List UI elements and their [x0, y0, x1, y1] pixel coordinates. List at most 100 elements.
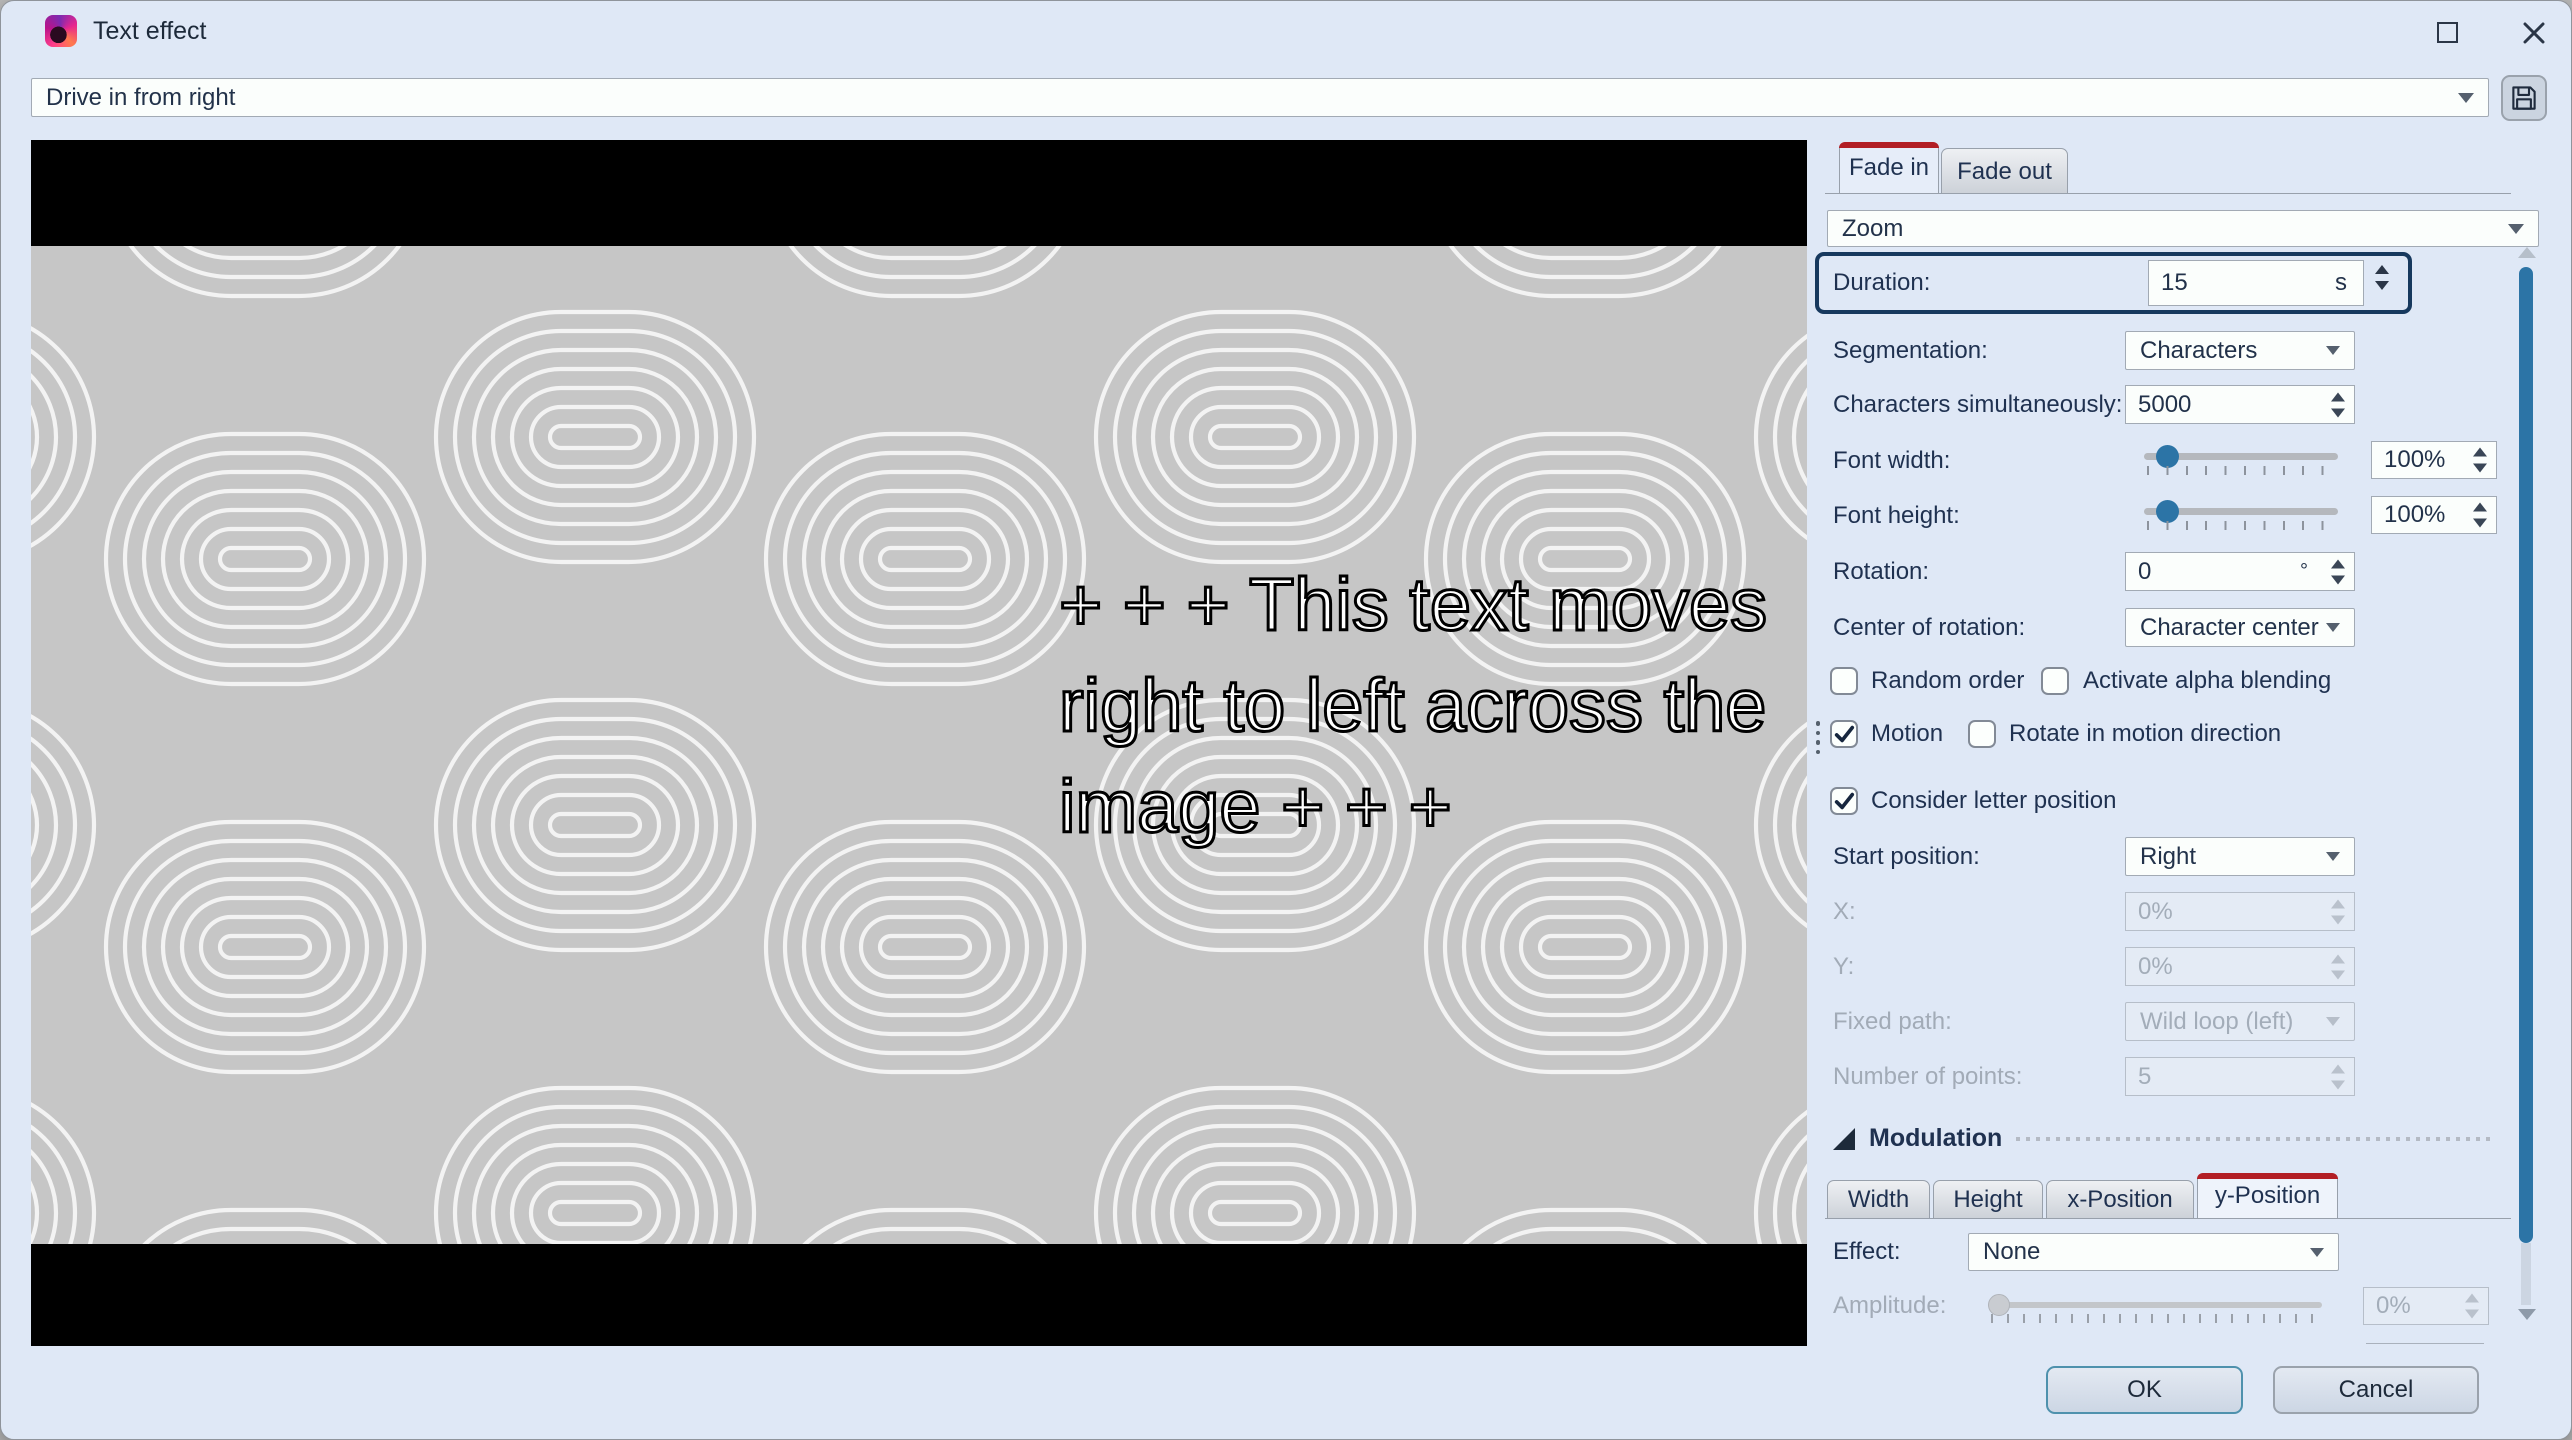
- cancel-button-label: Cancel: [2338, 1376, 2414, 1403]
- font-width-slider-thumb[interactable]: [2156, 445, 2179, 468]
- tab-y-position-label: y-Position: [2214, 1182, 2321, 1209]
- titlebar[interactable]: Text effect: [1, 1, 2571, 61]
- num-points-input: 5: [2125, 1057, 2355, 1096]
- scrollbar-thumb[interactable]: [2519, 267, 2533, 1243]
- splitter-handle-icon[interactable]: [1814, 721, 1822, 763]
- mod-effect-value: None: [1983, 1238, 2041, 1265]
- start-position-combobox[interactable]: Right: [2125, 837, 2355, 876]
- tab-x-position-label: x-Position: [2067, 1186, 2173, 1213]
- random-order-checkbox[interactable]: [1830, 667, 1858, 695]
- spin-down-icon[interactable]: [2375, 281, 2389, 290]
- tab-fade-out-label: Fade out: [1957, 157, 2052, 185]
- chevron-down-icon: [2326, 346, 2340, 355]
- chars-simultaneously-label: Characters simultaneously:: [1833, 391, 2123, 418]
- stepper-icon: [2465, 1293, 2479, 1319]
- alpha-blending-checkbox[interactable]: [2041, 667, 2069, 695]
- cancel-button[interactable]: Cancel: [2273, 1366, 2479, 1414]
- preview-text-line: image + + +: [1057, 764, 1453, 850]
- amplitude-input: 0%: [2363, 1287, 2489, 1325]
- x-value: 0%: [2138, 897, 2173, 925]
- maximize-icon[interactable]: [2437, 22, 2458, 43]
- tab-fade-in[interactable]: Fade in: [1839, 142, 1939, 194]
- chevron-down-icon: [2326, 852, 2340, 861]
- close-icon[interactable]: [2519, 18, 2549, 48]
- mod-effect-label: Effect:: [1833, 1238, 1901, 1265]
- stepper-icon[interactable]: [2473, 447, 2487, 473]
- chevron-down-icon: [2508, 223, 2524, 234]
- effect-type-combobox[interactable]: Zoom: [1827, 210, 2539, 247]
- chevron-down-icon: [2326, 623, 2340, 632]
- window-title: Text effect: [93, 17, 207, 45]
- preview-text-line: + + + This text moves: [1057, 562, 1768, 648]
- rotation-input[interactable]: 0 °: [2125, 552, 2355, 591]
- fixed-path-label: Fixed path:: [1833, 1008, 1952, 1035]
- duration-value: 15: [2161, 269, 2188, 296]
- font-width-ticks: [2147, 466, 2337, 475]
- font-width-input[interactable]: 100%: [2371, 441, 2497, 479]
- consider-letter-checkbox[interactable]: [1830, 787, 1858, 815]
- y-label: Y:: [1833, 953, 1855, 980]
- chevron-down-icon: [2326, 1017, 2340, 1026]
- amplitude-slider: [1988, 1302, 2322, 1308]
- stepper-icon[interactable]: [2473, 502, 2487, 528]
- font-height-label: Font height:: [1833, 502, 1960, 529]
- modulation-divider: [2016, 1137, 2491, 1141]
- chevron-down-icon: [2310, 1247, 2324, 1257]
- duration-label: Duration:: [1833, 269, 1931, 296]
- center-of-rotation-value: Character center: [2140, 613, 2319, 641]
- rotation-value: 0: [2138, 557, 2152, 585]
- save-preset-button[interactable]: [2501, 75, 2547, 121]
- font-width-value: 100%: [2384, 446, 2446, 473]
- center-of-rotation-label: Center of rotation:: [1833, 614, 2026, 641]
- scrollbar-up-icon[interactable]: [2518, 247, 2536, 258]
- stepper-icon: [2331, 954, 2345, 979]
- tab-y-position[interactable]: y-Position: [2197, 1173, 2338, 1219]
- modulation-header: Modulation: [1869, 1124, 2003, 1152]
- tab-height[interactable]: Height: [1933, 1180, 2043, 1219]
- motion-checkbox[interactable]: [1830, 720, 1858, 748]
- amplitude-slider-thumb: [1988, 1294, 2010, 1316]
- amplitude-label: Amplitude:: [1833, 1292, 1947, 1319]
- preview-text: + + + This text moves right to left acro…: [1057, 554, 1768, 857]
- effect-type-value: Zoom: [1842, 214, 1904, 242]
- amplitude-ticks: [1991, 1314, 2321, 1323]
- rotate-motion-checkbox[interactable]: [1968, 720, 1996, 748]
- chevron-down-icon: [2458, 92, 2474, 103]
- preset-combobox[interactable]: Drive in from right: [31, 78, 2489, 117]
- stepper-icon: [2331, 1064, 2345, 1089]
- tab-x-position[interactable]: x-Position: [2046, 1180, 2194, 1219]
- fixed-path-combobox: Wild loop (left): [2125, 1002, 2355, 1041]
- y-input: 0%: [2125, 947, 2355, 986]
- app-icon: [45, 15, 77, 47]
- chars-simultaneously-value: 5000: [2138, 390, 2192, 418]
- tab-fade-in-label: Fade in: [1848, 154, 1930, 181]
- stepper-icon[interactable]: [2331, 392, 2345, 417]
- duration-unit: s: [2335, 269, 2347, 296]
- scrollbar-down-icon[interactable]: [2518, 1309, 2536, 1320]
- segmentation-combobox[interactable]: Characters: [2125, 331, 2355, 370]
- preview-canvas: + + + This text moves right to left acro…: [31, 140, 1807, 1346]
- font-height-ticks: [2147, 521, 2337, 530]
- font-width-label: Font width:: [1833, 447, 1951, 474]
- duration-input[interactable]: 15 s: [2148, 260, 2364, 306]
- x-label: X:: [1833, 898, 1856, 925]
- chars-simultaneously-input[interactable]: 5000: [2125, 385, 2355, 424]
- spin-up-icon[interactable]: [2375, 265, 2389, 274]
- center-of-rotation-combobox[interactable]: Character center: [2125, 608, 2355, 647]
- scrollbar-track[interactable]: [2521, 1243, 2531, 1305]
- tab-width[interactable]: Width: [1827, 1180, 1930, 1219]
- duration-stepper[interactable]: [2375, 265, 2562, 290]
- mod-effect-combobox[interactable]: None: [1968, 1233, 2339, 1271]
- font-height-input[interactable]: 100%: [2371, 496, 2497, 534]
- x-input: 0%: [2125, 892, 2355, 931]
- start-position-label: Start position:: [1833, 843, 1980, 870]
- segmentation-label: Segmentation:: [1833, 337, 1988, 364]
- tab-height-label: Height: [1953, 1186, 2023, 1213]
- active-tab-accent: [2197, 1173, 2338, 1179]
- font-height-slider-thumb[interactable]: [2156, 500, 2179, 523]
- tab-fade-out[interactable]: Fade out: [1941, 148, 2068, 194]
- preview-text-line: right to left across the: [1057, 663, 1767, 749]
- collapse-triangle-icon[interactable]: [1833, 1128, 1855, 1150]
- ok-button[interactable]: OK: [2046, 1366, 2243, 1414]
- stepper-icon[interactable]: [2331, 559, 2345, 584]
